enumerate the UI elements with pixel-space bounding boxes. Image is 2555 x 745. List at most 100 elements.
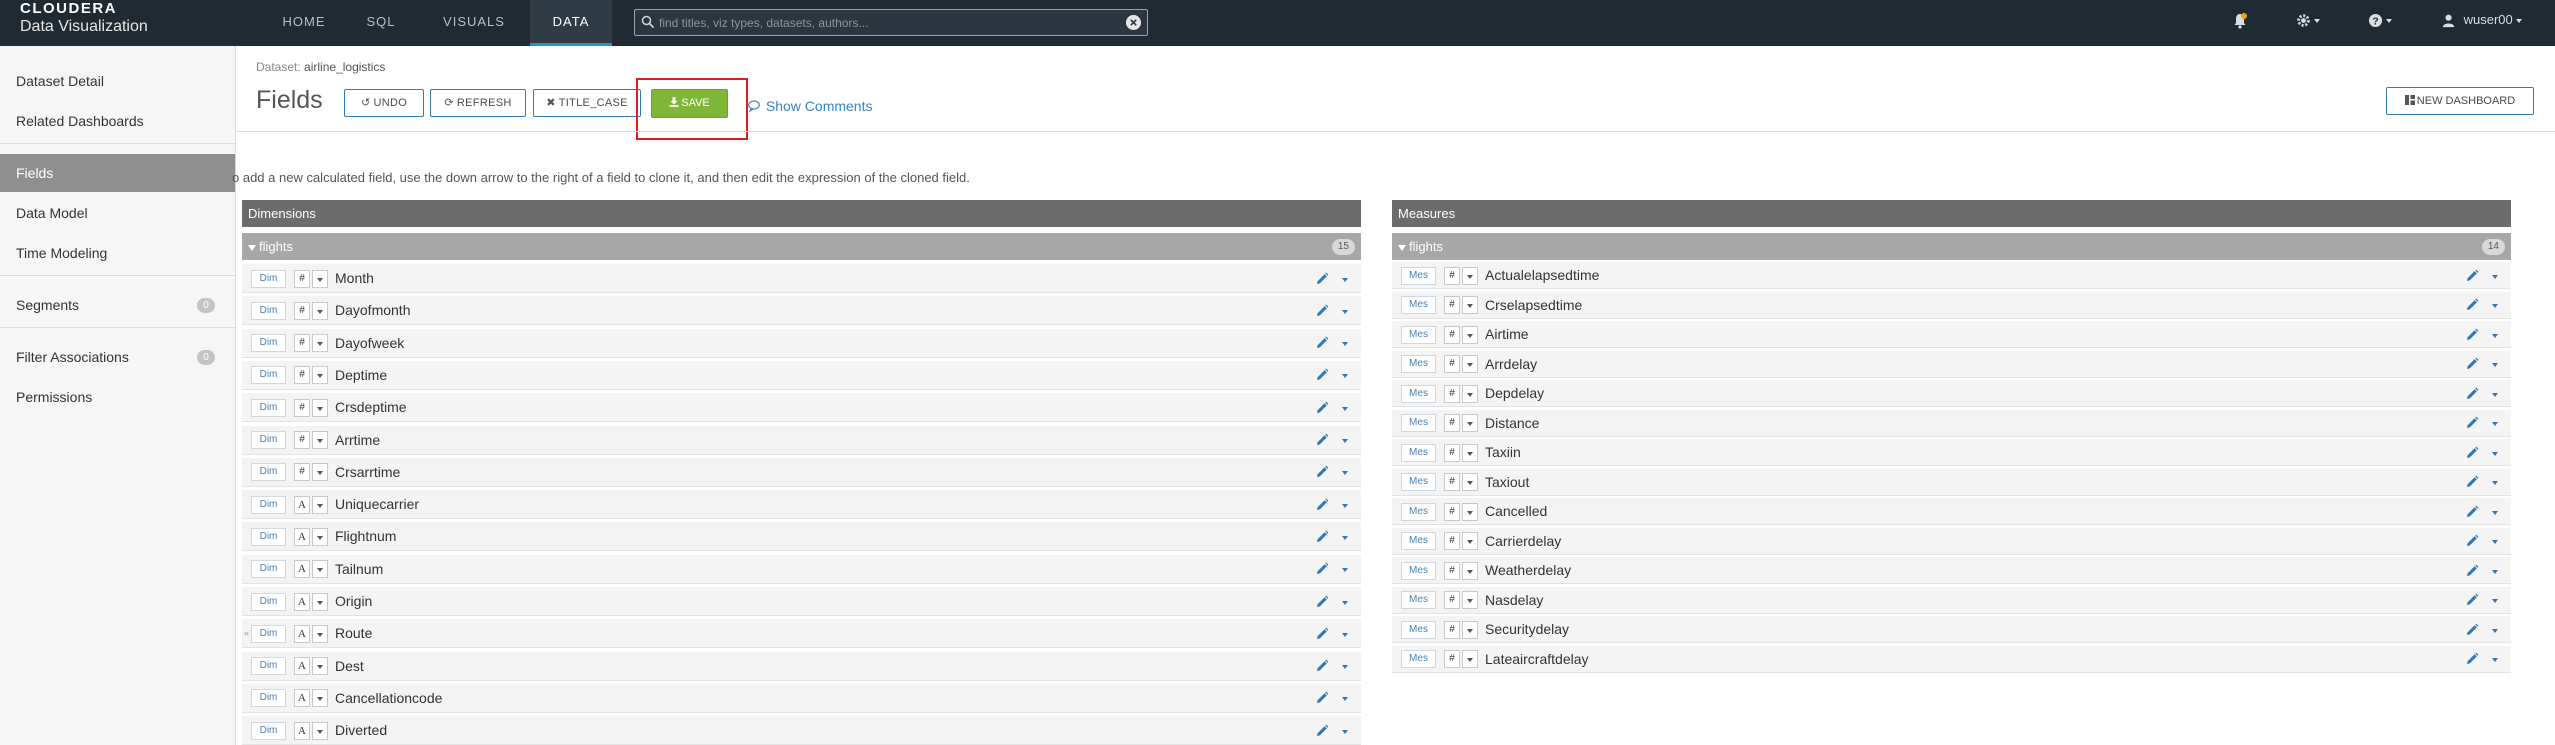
field-type-button[interactable]: # bbox=[1444, 266, 1460, 285]
field-row[interactable]: Dim A Cancellationcode bbox=[242, 683, 1361, 713]
field-type-button[interactable]: # bbox=[294, 269, 310, 288]
chevron-down-icon[interactable] bbox=[1339, 464, 1353, 480]
chevron-down-icon[interactable] bbox=[1339, 303, 1353, 319]
field-row[interactable]: Mes # Airtime bbox=[1392, 321, 2511, 348]
field-row[interactable]: Dim A Diverted bbox=[242, 716, 1361, 745]
sidebar-item-time-modeling[interactable]: Time Modeling bbox=[0, 234, 235, 272]
field-role-chip[interactable]: Mes bbox=[1401, 650, 1436, 668]
field-type-button[interactable]: # bbox=[1444, 384, 1460, 403]
chevron-down-icon[interactable] bbox=[2489, 386, 2503, 402]
app-logo[interactable]: CLOUDERA Data Visualization bbox=[20, 1, 148, 35]
field-role-chip[interactable]: Dim bbox=[251, 334, 286, 353]
field-role-chip[interactable]: Dim bbox=[251, 657, 286, 676]
sidebar-item-related-dashboards[interactable]: Related Dashboards bbox=[0, 102, 235, 140]
field-role-chip[interactable]: Dim bbox=[251, 592, 286, 611]
pencil-icon[interactable] bbox=[2465, 623, 2479, 637]
field-type-button[interactable]: # bbox=[1444, 532, 1460, 550]
field-role-chip[interactable]: Mes bbox=[1401, 414, 1436, 432]
field-row[interactable]: Mes # Lateaircraftdelay bbox=[1392, 645, 2511, 673]
chevron-down-icon[interactable] bbox=[2489, 474, 2503, 490]
pencil-icon[interactable] bbox=[2465, 505, 2479, 519]
measures-group-header[interactable]: flights 14 bbox=[1392, 233, 2511, 260]
field-type-button[interactable]: # bbox=[294, 334, 310, 353]
field-type-button[interactable]: # bbox=[1444, 414, 1460, 432]
dimensions-group-header[interactable]: flights 15 bbox=[242, 233, 1361, 260]
field-row[interactable]: Mes # Distance bbox=[1392, 409, 2511, 437]
chevron-down-icon[interactable] bbox=[2489, 622, 2503, 638]
chevron-down-icon[interactable] bbox=[2489, 651, 2503, 667]
chevron-down-icon[interactable] bbox=[1339, 497, 1353, 513]
field-type-button[interactable]: A bbox=[294, 592, 310, 611]
field-row[interactable]: Mes # Weatherdelay bbox=[1392, 557, 2511, 584]
chevron-down-icon[interactable] bbox=[2489, 592, 2503, 608]
type-dropdown-button[interactable] bbox=[1462, 561, 1478, 580]
field-row[interactable]: Dim A Dest bbox=[242, 651, 1361, 681]
field-type-button[interactable]: # bbox=[1444, 443, 1460, 462]
field-type-button[interactable]: # bbox=[294, 398, 310, 417]
field-type-button[interactable]: A bbox=[294, 657, 310, 676]
type-dropdown-button[interactable] bbox=[312, 624, 328, 643]
clear-search-icon[interactable] bbox=[1126, 15, 1141, 30]
pencil-icon[interactable] bbox=[2465, 475, 2479, 489]
chevron-down-icon[interactable] bbox=[2489, 268, 2503, 284]
field-row[interactable]: Mes # Nasdelay bbox=[1392, 586, 2511, 614]
type-dropdown-button[interactable] bbox=[1462, 502, 1478, 521]
chevron-down-icon[interactable] bbox=[1339, 529, 1353, 545]
field-role-chip[interactable]: Dim bbox=[251, 398, 286, 417]
pencil-icon[interactable] bbox=[1315, 627, 1329, 641]
pencil-icon[interactable] bbox=[1315, 465, 1329, 479]
chevron-down-icon[interactable] bbox=[2489, 445, 2503, 461]
refresh-button[interactable]: ⟳ REFRESH bbox=[430, 89, 526, 117]
field-row[interactable]: Dim # Crsdeptime bbox=[242, 393, 1361, 423]
type-dropdown-button[interactable] bbox=[312, 463, 328, 482]
field-type-button[interactable]: # bbox=[294, 366, 310, 385]
search-input[interactable] bbox=[659, 13, 1119, 32]
field-row[interactable]: Mes # Securitydelay bbox=[1392, 616, 2511, 643]
type-dropdown-button[interactable] bbox=[312, 689, 328, 708]
type-dropdown-button[interactable] bbox=[1462, 532, 1478, 550]
type-dropdown-button[interactable] bbox=[1462, 325, 1478, 344]
field-role-chip[interactable]: Mes bbox=[1401, 502, 1436, 521]
pencil-icon[interactable] bbox=[2465, 416, 2479, 430]
chevron-down-icon[interactable] bbox=[1339, 561, 1353, 577]
type-dropdown-button[interactable] bbox=[312, 398, 328, 417]
field-row[interactable]: Mes # Taxiout bbox=[1392, 468, 2511, 496]
field-row[interactable]: Dim # Deptime bbox=[242, 360, 1361, 390]
pencil-icon[interactable] bbox=[1315, 724, 1329, 738]
field-role-chip[interactable]: Mes bbox=[1401, 591, 1436, 609]
field-row[interactable]: Mes # Arrdelay bbox=[1392, 350, 2511, 378]
type-dropdown-button[interactable] bbox=[1462, 414, 1478, 432]
field-role-chip[interactable]: Dim bbox=[251, 366, 286, 385]
field-role-chip[interactable]: Dim bbox=[251, 463, 286, 482]
pencil-icon[interactable] bbox=[2465, 298, 2479, 312]
type-dropdown-button[interactable] bbox=[1462, 591, 1478, 609]
pencil-icon[interactable] bbox=[2465, 652, 2479, 666]
field-row[interactable]: Dim A Uniquecarrier bbox=[242, 490, 1361, 520]
pencil-icon[interactable] bbox=[1315, 562, 1329, 576]
type-dropdown-button[interactable] bbox=[312, 301, 328, 320]
field-row[interactable]: Mes # Actualelapsedtime bbox=[1392, 262, 2511, 289]
chevron-down-icon[interactable] bbox=[2489, 533, 2503, 549]
chevron-down-icon[interactable] bbox=[1339, 690, 1353, 706]
sidebar-item-filter-associations[interactable]: Filter Associations 0 bbox=[0, 338, 235, 376]
pencil-icon[interactable] bbox=[1315, 368, 1329, 382]
field-role-chip[interactable]: Mes bbox=[1401, 296, 1436, 314]
field-role-chip[interactable]: Dim bbox=[251, 431, 286, 449]
field-role-chip[interactable]: Dim bbox=[251, 624, 286, 643]
sidebar-item-data-model[interactable]: Data Model bbox=[0, 194, 235, 232]
chevron-down-icon[interactable] bbox=[1339, 594, 1353, 610]
sidebar-item-fields[interactable]: Fields bbox=[0, 154, 235, 192]
pencil-icon[interactable] bbox=[1315, 304, 1329, 318]
sidebar-item-permissions[interactable]: Permissions bbox=[0, 378, 235, 416]
field-role-chip[interactable]: Mes bbox=[1401, 266, 1436, 285]
type-dropdown-button[interactable] bbox=[312, 366, 328, 385]
field-type-button[interactable]: A bbox=[294, 689, 310, 708]
type-dropdown-button[interactable] bbox=[1462, 266, 1478, 285]
type-dropdown-button[interactable] bbox=[1462, 296, 1478, 314]
field-type-button[interactable]: # bbox=[1444, 591, 1460, 609]
pencil-icon[interactable] bbox=[2465, 357, 2479, 371]
pencil-icon[interactable] bbox=[2465, 269, 2479, 283]
field-role-chip[interactable]: Mes bbox=[1401, 325, 1436, 344]
field-role-chip[interactable]: Mes bbox=[1401, 532, 1436, 550]
field-type-button[interactable]: # bbox=[294, 301, 310, 320]
